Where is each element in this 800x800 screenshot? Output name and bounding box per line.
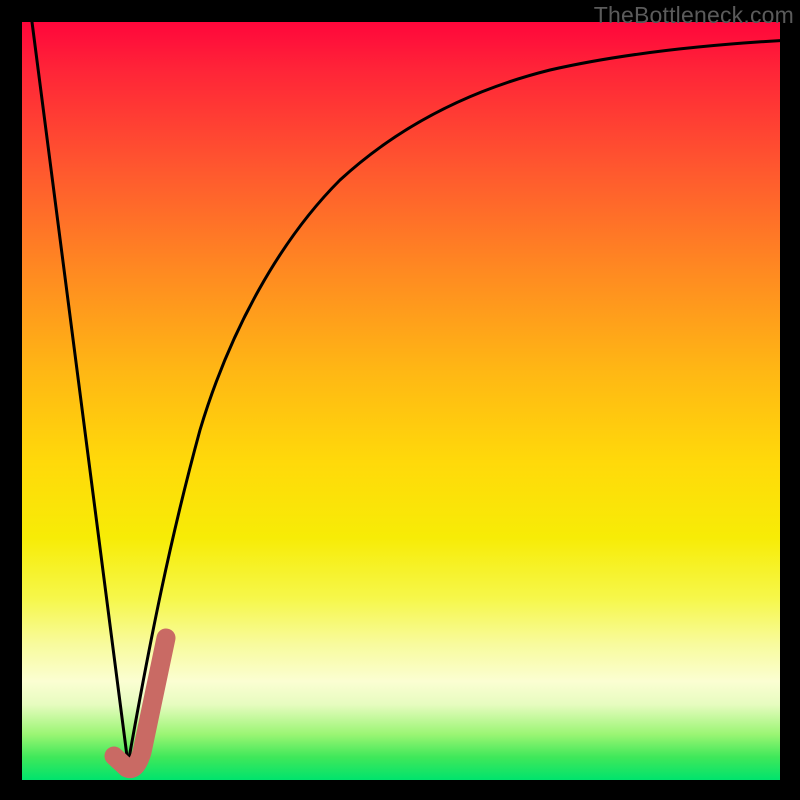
chart-canvas: TheBottleneck.com (0, 0, 800, 800)
plot-area (22, 22, 780, 780)
